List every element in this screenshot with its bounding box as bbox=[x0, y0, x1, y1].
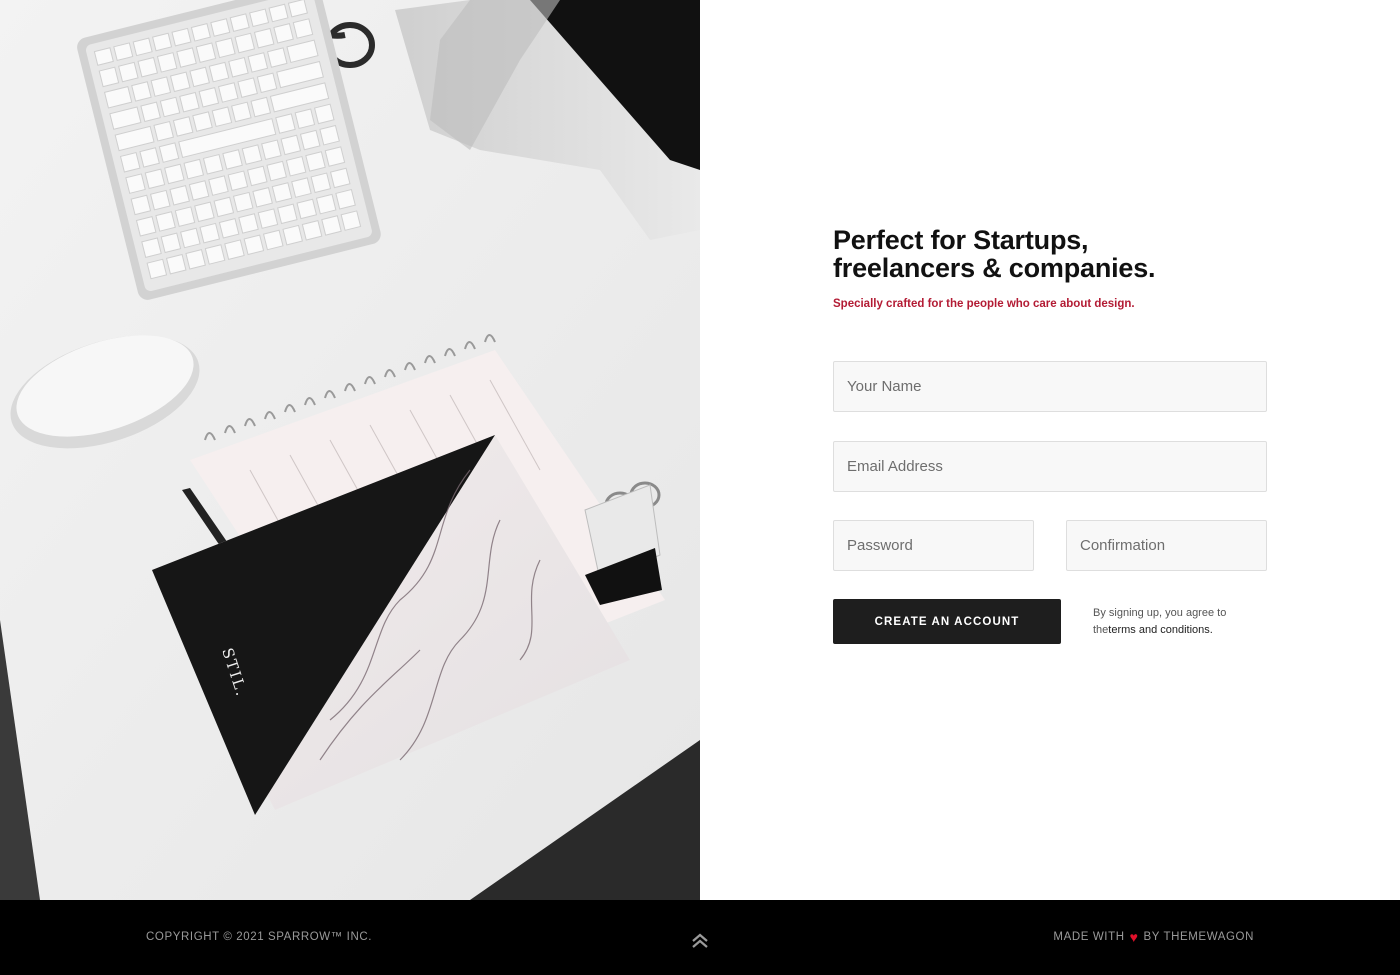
page: STIL. Perfect for Startups, freelancers … bbox=[0, 0, 1400, 975]
page-subtitle: Specially crafted for the people who car… bbox=[833, 298, 1135, 310]
footer-credit: MADE WITH ♥ BY THEMEWAGON bbox=[1053, 928, 1254, 945]
terms-note: By signing up, you agree to theterms and… bbox=[1093, 605, 1263, 639]
password-confirmation-input[interactable] bbox=[1066, 520, 1267, 571]
signup-section: Perfect for Startups, freelancers & comp… bbox=[700, 0, 1400, 900]
footer-copyright: COPYRIGHT © 2021 SPARROW™ INC. bbox=[146, 931, 373, 943]
made-with-text: MADE WITH bbox=[1053, 931, 1125, 943]
name-input[interactable] bbox=[833, 361, 1267, 412]
hero-photo: STIL. bbox=[0, 0, 700, 900]
scroll-to-top-button[interactable] bbox=[690, 932, 710, 950]
terms-link[interactable]: terms and conditions. bbox=[1108, 624, 1213, 636]
heart-icon: ♥ bbox=[1129, 928, 1139, 945]
password-input[interactable] bbox=[833, 520, 1034, 571]
desk-illustration: STIL. bbox=[0, 0, 700, 900]
title-line-1: Perfect for Startups, bbox=[833, 225, 1089, 255]
title-line-2: freelancers & companies. bbox=[833, 253, 1156, 283]
page-title: Perfect for Startups, freelancers & comp… bbox=[833, 226, 1253, 282]
double-chevron-up-icon bbox=[692, 933, 708, 948]
themewagon-link[interactable]: BY THEMEWAGON bbox=[1144, 931, 1254, 943]
email-input[interactable] bbox=[833, 441, 1267, 492]
create-account-button[interactable]: CREATE AN ACCOUNT bbox=[833, 599, 1061, 644]
